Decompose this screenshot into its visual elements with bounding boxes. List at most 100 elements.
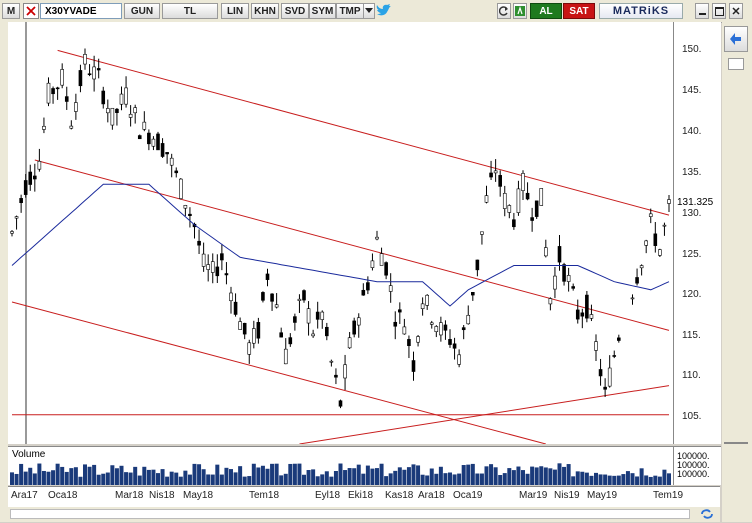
- volume-bar: [452, 474, 457, 485]
- volume-bar: [297, 463, 302, 485]
- candle-body: [156, 133, 160, 151]
- volume-bar: [557, 463, 562, 485]
- candle-body: [87, 73, 92, 76]
- volume-bar: [352, 468, 357, 485]
- candle-body: [548, 298, 553, 305]
- candle-body: [92, 66, 96, 80]
- candle-body: [119, 93, 124, 105]
- candle-body: [256, 322, 261, 339]
- window-close-button[interactable]: [729, 3, 743, 19]
- channel-line[interactable]: [34, 159, 670, 331]
- price-tick: 145.: [682, 85, 702, 96]
- tmp-dropdown-button[interactable]: [363, 3, 375, 19]
- volume-bar: [406, 467, 411, 485]
- candle-body: [658, 249, 662, 256]
- volume-bar: [625, 471, 630, 485]
- candle-body: [147, 132, 151, 145]
- candle-body: [443, 324, 448, 331]
- scroll-up-button[interactable]: [728, 58, 744, 70]
- candle-body: [416, 336, 420, 343]
- collapse-button[interactable]: [724, 26, 748, 52]
- volume-bar: [315, 476, 320, 485]
- volume-bar: [311, 469, 316, 485]
- maximize-button[interactable]: [712, 3, 726, 19]
- toolbar: M X30YVADE GUN TL LIN KHN SVD SYM TMP AL…: [0, 0, 752, 23]
- candle-body: [151, 138, 156, 147]
- horizontal-scrollbar[interactable]: [8, 507, 720, 522]
- formula-icon[interactable]: [513, 3, 527, 19]
- grid-icon[interactable]: [700, 508, 714, 520]
- candle-body: [242, 322, 247, 335]
- candle-body: [14, 216, 19, 219]
- candle-body: [516, 188, 521, 213]
- candle-body: [525, 192, 530, 200]
- currency-button[interactable]: TL: [162, 3, 218, 19]
- volume-bar: [37, 463, 42, 485]
- buy-button[interactable]: AL: [530, 3, 562, 19]
- volume-bar: [438, 466, 443, 485]
- price-tick: 105.: [682, 411, 702, 422]
- candle-body: [283, 348, 288, 365]
- volume-bar: [511, 470, 516, 485]
- volume-bar: [124, 472, 129, 485]
- date-label: Nis19: [554, 490, 580, 501]
- volume-bar: [338, 463, 343, 485]
- volume-bar: [251, 463, 256, 485]
- sym-button[interactable]: SYM: [309, 3, 336, 19]
- volume-bar: [343, 470, 348, 485]
- volume-bar: [402, 469, 407, 485]
- volume-bar: [69, 468, 74, 485]
- minimize-button[interactable]: [695, 3, 709, 19]
- candle-body: [539, 188, 544, 206]
- volume-bar: [397, 467, 402, 485]
- volume-bar: [521, 470, 525, 485]
- menu-button[interactable]: M: [2, 3, 20, 19]
- candle-body: [617, 337, 621, 341]
- linear-button[interactable]: LIN: [221, 3, 249, 19]
- volume-bar: [87, 466, 92, 485]
- volume-bar: [183, 470, 188, 485]
- scroll-thumb[interactable]: [10, 509, 690, 519]
- candle-body: [420, 303, 425, 310]
- volume-bar: [502, 473, 507, 485]
- volume-bar: [247, 476, 252, 485]
- candle-body: [101, 90, 106, 105]
- date-label: Oca18: [48, 490, 78, 501]
- candle-body: [247, 342, 252, 355]
- close-icon[interactable]: [23, 3, 39, 19]
- volume-panel[interactable]: Volume: [8, 446, 673, 485]
- tmp-button[interactable]: TMP: [336, 3, 364, 19]
- price-chart[interactable]: [8, 22, 673, 444]
- volume-bar: [83, 464, 87, 485]
- symbol-field[interactable]: X30YVADE: [40, 3, 122, 19]
- volume-bar: [146, 469, 151, 485]
- sell-button[interactable]: SAT: [563, 3, 595, 19]
- svd-button[interactable]: SVD: [281, 3, 309, 19]
- refresh-icon[interactable]: [497, 3, 511, 19]
- side-divider: [724, 442, 748, 444]
- twitter-icon[interactable]: [376, 4, 392, 18]
- volume-bar: [10, 472, 14, 485]
- candle-body: [315, 311, 320, 320]
- volume-bar: [96, 474, 101, 485]
- volume-bar: [292, 463, 297, 485]
- candle-body: [471, 292, 475, 296]
- candle-body: [210, 261, 215, 273]
- date-label: Kas18: [385, 490, 414, 501]
- volume-bar: [92, 464, 97, 485]
- volume-bar: [416, 465, 421, 485]
- candle-body: [311, 333, 315, 337]
- date-label: Nis18: [149, 490, 175, 501]
- channel-line[interactable]: [11, 301, 546, 444]
- khn-button[interactable]: KHN: [251, 3, 279, 19]
- candle-body: [270, 293, 274, 302]
- volume-bar: [260, 465, 265, 485]
- volume-bar: [384, 476, 389, 485]
- volume-bar: [46, 471, 51, 485]
- period-button[interactable]: GUN: [124, 3, 160, 19]
- volume-bar: [562, 466, 567, 485]
- volume-bar: [525, 473, 530, 485]
- volume-bar: [448, 472, 452, 485]
- volume-bar: [639, 468, 644, 485]
- volume-bar: [393, 470, 398, 485]
